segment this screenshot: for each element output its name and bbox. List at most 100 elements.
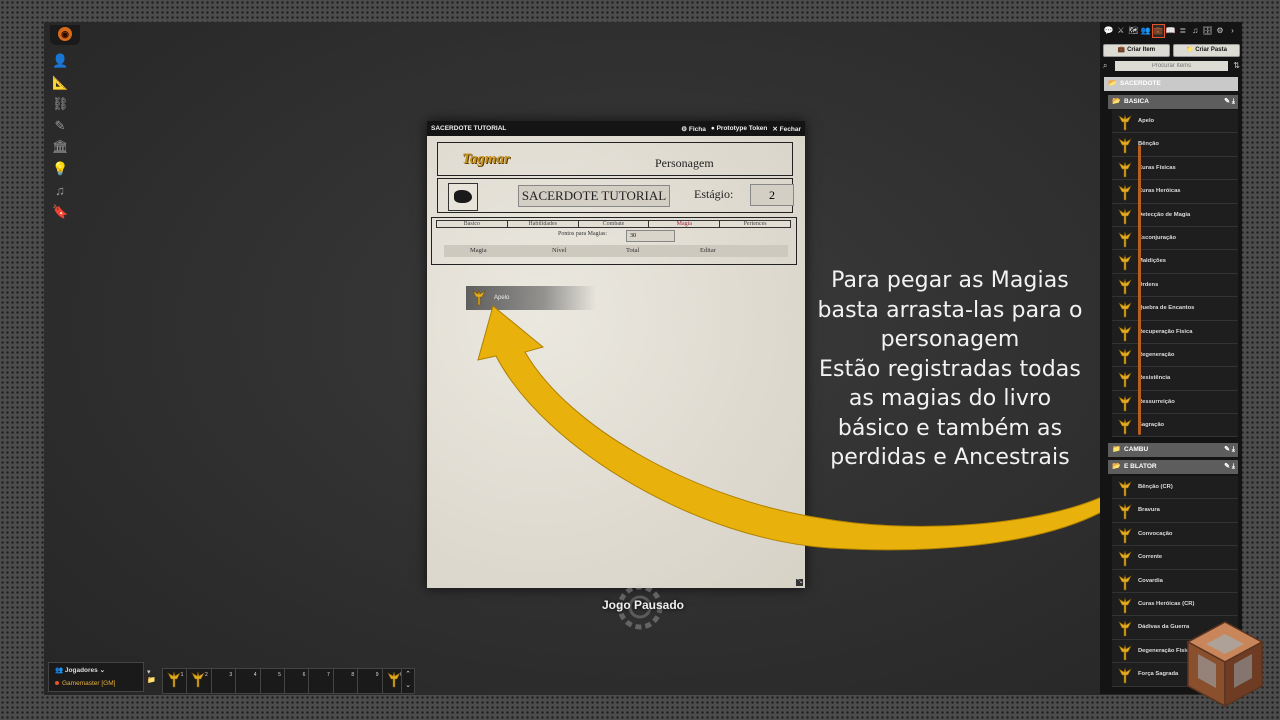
slot-number: 6 xyxy=(302,672,306,678)
item-label: Corrente xyxy=(1138,554,1163,561)
collapse-tab-icon[interactable]: › xyxy=(1227,25,1238,37)
macro-spell-icon xyxy=(191,671,206,690)
list-item[interactable]: Convocação xyxy=(1112,522,1238,547)
spell-icon xyxy=(1118,667,1132,694)
folder-icon: 📂 xyxy=(1112,98,1121,105)
item-label: Ressurreição xyxy=(1138,398,1175,405)
macro-slot[interactable]: 5 xyxy=(259,668,285,694)
item-label: Regeneração xyxy=(1138,351,1175,358)
settings-tab-icon[interactable]: ⚙ xyxy=(1215,25,1226,37)
chat-tab-icon[interactable]: 💬 xyxy=(1103,25,1114,37)
item-label: Curas Heróicas xyxy=(1138,188,1181,195)
annotation-line: as magias do livro xyxy=(848,386,1052,411)
list-item[interactable]: Bênção (CR) xyxy=(1112,476,1238,500)
folder-actions-icon[interactable]: ✎ ⤓ xyxy=(1224,460,1235,474)
playlists-tab-icon[interactable]: ♫ xyxy=(1190,25,1201,37)
list-item[interactable]: Curas Físicas xyxy=(1112,156,1238,181)
slot-number: 8 xyxy=(351,672,355,678)
slot-number: 1 xyxy=(180,672,184,678)
item-label: Maldições xyxy=(1138,258,1167,265)
list-item[interactable]: Resistência xyxy=(1112,367,1238,391)
combat-tab-icon[interactable]: ⚔ xyxy=(1115,25,1126,37)
item-label: Covardia xyxy=(1138,577,1163,584)
macro-spell-icon xyxy=(167,671,181,690)
folder-basica[interactable]: 📂 BASICA ✎ ⤓ xyxy=(1108,95,1238,109)
items-tab-icon[interactable]: 💼 xyxy=(1151,24,1165,38)
hotbar-controls[interactable]: ▾ 📁 xyxy=(147,668,157,692)
search-icon: ⌕ xyxy=(1103,61,1108,70)
macro-slot[interactable]: 4 xyxy=(235,668,261,694)
create-item-button[interactable]: 💼 Criar Item xyxy=(1103,44,1170,57)
item-label: Esconjuração xyxy=(1138,234,1177,241)
item-label: Resistência xyxy=(1138,375,1171,382)
list-item[interactable]: Sagração xyxy=(1112,414,1238,438)
list-item[interactable]: Bênção xyxy=(1112,133,1238,157)
basica-items-list: Apelo Bênção Curas Físicas Curas Heróicas De… xyxy=(1112,110,1238,438)
annotation-line: personagem xyxy=(880,327,1020,352)
list-item[interactable]: Ressurreição xyxy=(1112,390,1238,415)
item-label: Detecção de Magia xyxy=(1138,211,1191,218)
folder-icon: 📂 xyxy=(1112,463,1121,470)
folder-actions-icon[interactable]: ✎ ⤓ xyxy=(1224,95,1235,109)
list-item[interactable]: Apelo xyxy=(1112,110,1238,134)
sidebar-scrollbar[interactable] xyxy=(1138,145,1141,435)
scenes-tab-icon[interactable]: 🗺 xyxy=(1128,25,1139,37)
macro-hotbar: 1234567890 xyxy=(162,668,407,694)
item-label: Bênção xyxy=(1138,141,1159,148)
list-item[interactable]: Regeneração xyxy=(1112,343,1238,368)
list-item[interactable]: Detecção de Magia xyxy=(1112,203,1238,227)
item-label: Curas Físicas xyxy=(1138,164,1176,171)
macro-slot[interactable]: 3 xyxy=(210,668,237,694)
list-item[interactable]: Curas Heróicas (CR) xyxy=(1112,592,1238,617)
annotation-line: basta arrasta-las para o xyxy=(817,297,1083,323)
folder-icon: 📂 xyxy=(1108,80,1117,87)
compendium-tab-icon[interactable]: 🗄 xyxy=(1202,25,1213,37)
item-label: Bênção (CR) xyxy=(1138,484,1173,490)
annotation-line: Para pegar as Magias xyxy=(831,268,1069,293)
folder-actions-icon[interactable]: ✎ ⤓ xyxy=(1224,443,1235,457)
macro-slot[interactable]: 8 xyxy=(332,668,359,694)
directory-actions: 💼 Criar Item 📁 Criar Pasta xyxy=(1103,44,1240,57)
list-item[interactable]: Maldições xyxy=(1112,250,1238,274)
list-item[interactable]: Bravura xyxy=(1112,499,1238,523)
list-item[interactable]: Recuperação Física xyxy=(1112,320,1238,344)
macro-slot[interactable]: 2 xyxy=(186,668,212,694)
slot-number: 5 xyxy=(278,672,281,678)
item-label: Dádivas da Guerra xyxy=(1138,624,1190,631)
list-item[interactable]: Ordens xyxy=(1112,273,1238,298)
sort-icon[interactable]: ⇅ xyxy=(1233,61,1240,71)
folder-sacerdote[interactable]: 📂 SACERDOTE xyxy=(1104,77,1238,91)
search-row: ⌕ ⇅ xyxy=(1103,61,1240,71)
macro-slot[interactable]: 6 xyxy=(283,668,310,694)
folder-icon: 📁 xyxy=(1112,446,1121,453)
folder-cambu[interactable]: 📁 CAMBU ✎ ⤓ xyxy=(1108,443,1238,457)
search-input[interactable] xyxy=(1115,61,1228,71)
create-folder-button[interactable]: 📁 Criar Pasta xyxy=(1173,44,1240,57)
hotbar-page-arrows[interactable]: ⌃ ⌄ xyxy=(401,668,415,694)
macro-slot[interactable]: 9 xyxy=(357,668,383,694)
slot-number: 2 xyxy=(205,672,208,678)
macro-slot[interactable]: 7 xyxy=(308,668,334,694)
actors-tab-icon[interactable]: 👥 xyxy=(1140,25,1151,37)
list-item[interactable]: Esconjuração xyxy=(1112,226,1238,251)
player-gamemaster: Gamemaster [GM] xyxy=(55,680,115,687)
list-item[interactable]: Covardia xyxy=(1112,569,1238,593)
list-item[interactable]: Quebra de Encantos xyxy=(1112,297,1238,321)
players-header[interactable]: 👥 Jogadores ⌄ xyxy=(55,666,105,674)
folder-blator[interactable]: 📂 E BLATOR ✎ ⤓ xyxy=(1108,460,1238,474)
item-label: Curas Heróicas (CR) xyxy=(1138,600,1195,607)
macro-slot[interactable]: 1 xyxy=(162,668,188,694)
tables-tab-icon[interactable]: ≣ xyxy=(1177,25,1188,37)
list-item[interactable]: Corrente xyxy=(1112,546,1238,570)
item-label: Convocação xyxy=(1138,530,1173,537)
item-label: Degeneração Física xyxy=(1138,647,1193,654)
list-item[interactable]: Curas Heróicas xyxy=(1112,180,1238,204)
items-sidebar: 💬 ⚔ 🗺 👥 💼 📖 ≣ ♫ 🗄 ⚙ › 💼 Criar Item 📁 Criar Pasta ⌕… xyxy=(1100,22,1242,694)
item-label: Ordens xyxy=(1138,281,1159,288)
players-list[interactable]: 👥 Jogadores ⌄ Gamemaster [GM] xyxy=(48,662,144,692)
slot-number: 7 xyxy=(326,672,330,678)
item-label: Recuperação Física xyxy=(1138,328,1193,335)
journal-tab-icon[interactable]: 📖 xyxy=(1165,25,1176,37)
tutorial-annotation: Para pegar as Magias basta arrasta-las pa… xyxy=(808,266,1092,473)
item-label: Quebra de Encantos xyxy=(1138,305,1195,312)
